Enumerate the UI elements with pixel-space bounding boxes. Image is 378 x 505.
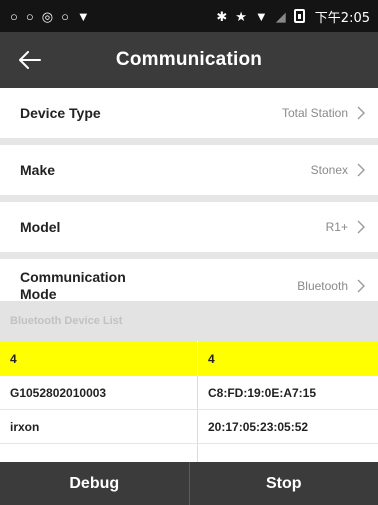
device-name-cell: G1052802010003 <box>10 385 107 400</box>
make-label: Make <box>20 161 56 178</box>
app-bar: Communication <box>0 32 378 88</box>
make-value: Stonex <box>310 163 348 177</box>
status-left-icons: ○ ○ ◎ ○ ▼ <box>10 10 90 23</box>
debug-button[interactable]: Debug <box>0 462 189 505</box>
chevron-right-icon <box>357 279 365 293</box>
status-right-icons: ✱ ★ ▼ ◢ 下午2:05 <box>216 7 370 26</box>
bluetooth-device-table: 4 4 G1052802010003 C8:FD:19:0E:A7:15 irx… <box>0 341 378 464</box>
divider <box>0 252 378 259</box>
status-bar: ○ ○ ◎ ○ ▼ ✱ ★ ▼ ◢ 下午2:05 <box>0 0 378 32</box>
bluetooth-icon: ✱ <box>216 8 228 24</box>
make-row[interactable]: Make Stonex <box>0 145 378 195</box>
table-row[interactable]: irxon 20:17:05:23:05:52 <box>0 410 378 444</box>
device-name-cell: 4 <box>10 351 17 366</box>
notification-icon: ○ <box>25 8 34 24</box>
arrow-left-icon <box>19 51 41 69</box>
communication-mode-value: Bluetooth <box>297 279 348 293</box>
device-address-cell: 20:17:05:23:05:52 <box>197 410 378 443</box>
notification-icon: ○ <box>10 8 18 24</box>
device-type-value: Total Station <box>281 106 348 120</box>
model-row[interactable]: Model R1+ <box>0 202 378 252</box>
table-row-empty <box>0 444 378 464</box>
settings-list: Device Type Total Station Make Stonex Mo… <box>0 88 378 313</box>
wifi-icon: ▼ <box>254 8 268 24</box>
divider <box>0 138 378 145</box>
model-label: Model <box>20 218 61 235</box>
device-type-row[interactable]: Device Type Total Station <box>0 88 378 138</box>
stop-button[interactable]: Stop <box>188 462 378 505</box>
chevron-right-icon <box>357 106 365 120</box>
device-address-cell: 4 <box>197 341 378 376</box>
clock-time: 下午2:05 <box>314 10 370 26</box>
table-row[interactable]: 4 4 <box>0 341 378 376</box>
back-button[interactable] <box>10 40 50 80</box>
device-type-label: Device Type <box>20 104 101 121</box>
page-title: Communication <box>115 49 263 70</box>
signal-icon: ◢ <box>275 8 286 24</box>
star-icon: ★ <box>235 8 247 24</box>
divider <box>0 195 378 202</box>
bluetooth-device-list-header: Bluetooth Device List <box>0 301 378 341</box>
notification-icon: ○ <box>61 8 69 24</box>
communication-mode-label: Communication Mode <box>20 269 126 302</box>
device-name-cell: irxon <box>10 419 40 434</box>
battery-icon <box>293 9 305 23</box>
model-value: R1+ <box>325 220 348 234</box>
table-row[interactable]: G1052802010003 C8:FD:19:0E:A7:15 <box>0 376 378 410</box>
chevron-right-icon <box>357 163 365 177</box>
chevron-right-icon <box>357 220 365 234</box>
bottom-action-bar: Debug Stop <box>0 462 378 505</box>
device-address-cell: C8:FD:19:0E:A7:15 <box>197 376 378 409</box>
location-pin-icon: ▼ <box>76 8 90 24</box>
sync-icon: ◎ <box>41 8 54 24</box>
